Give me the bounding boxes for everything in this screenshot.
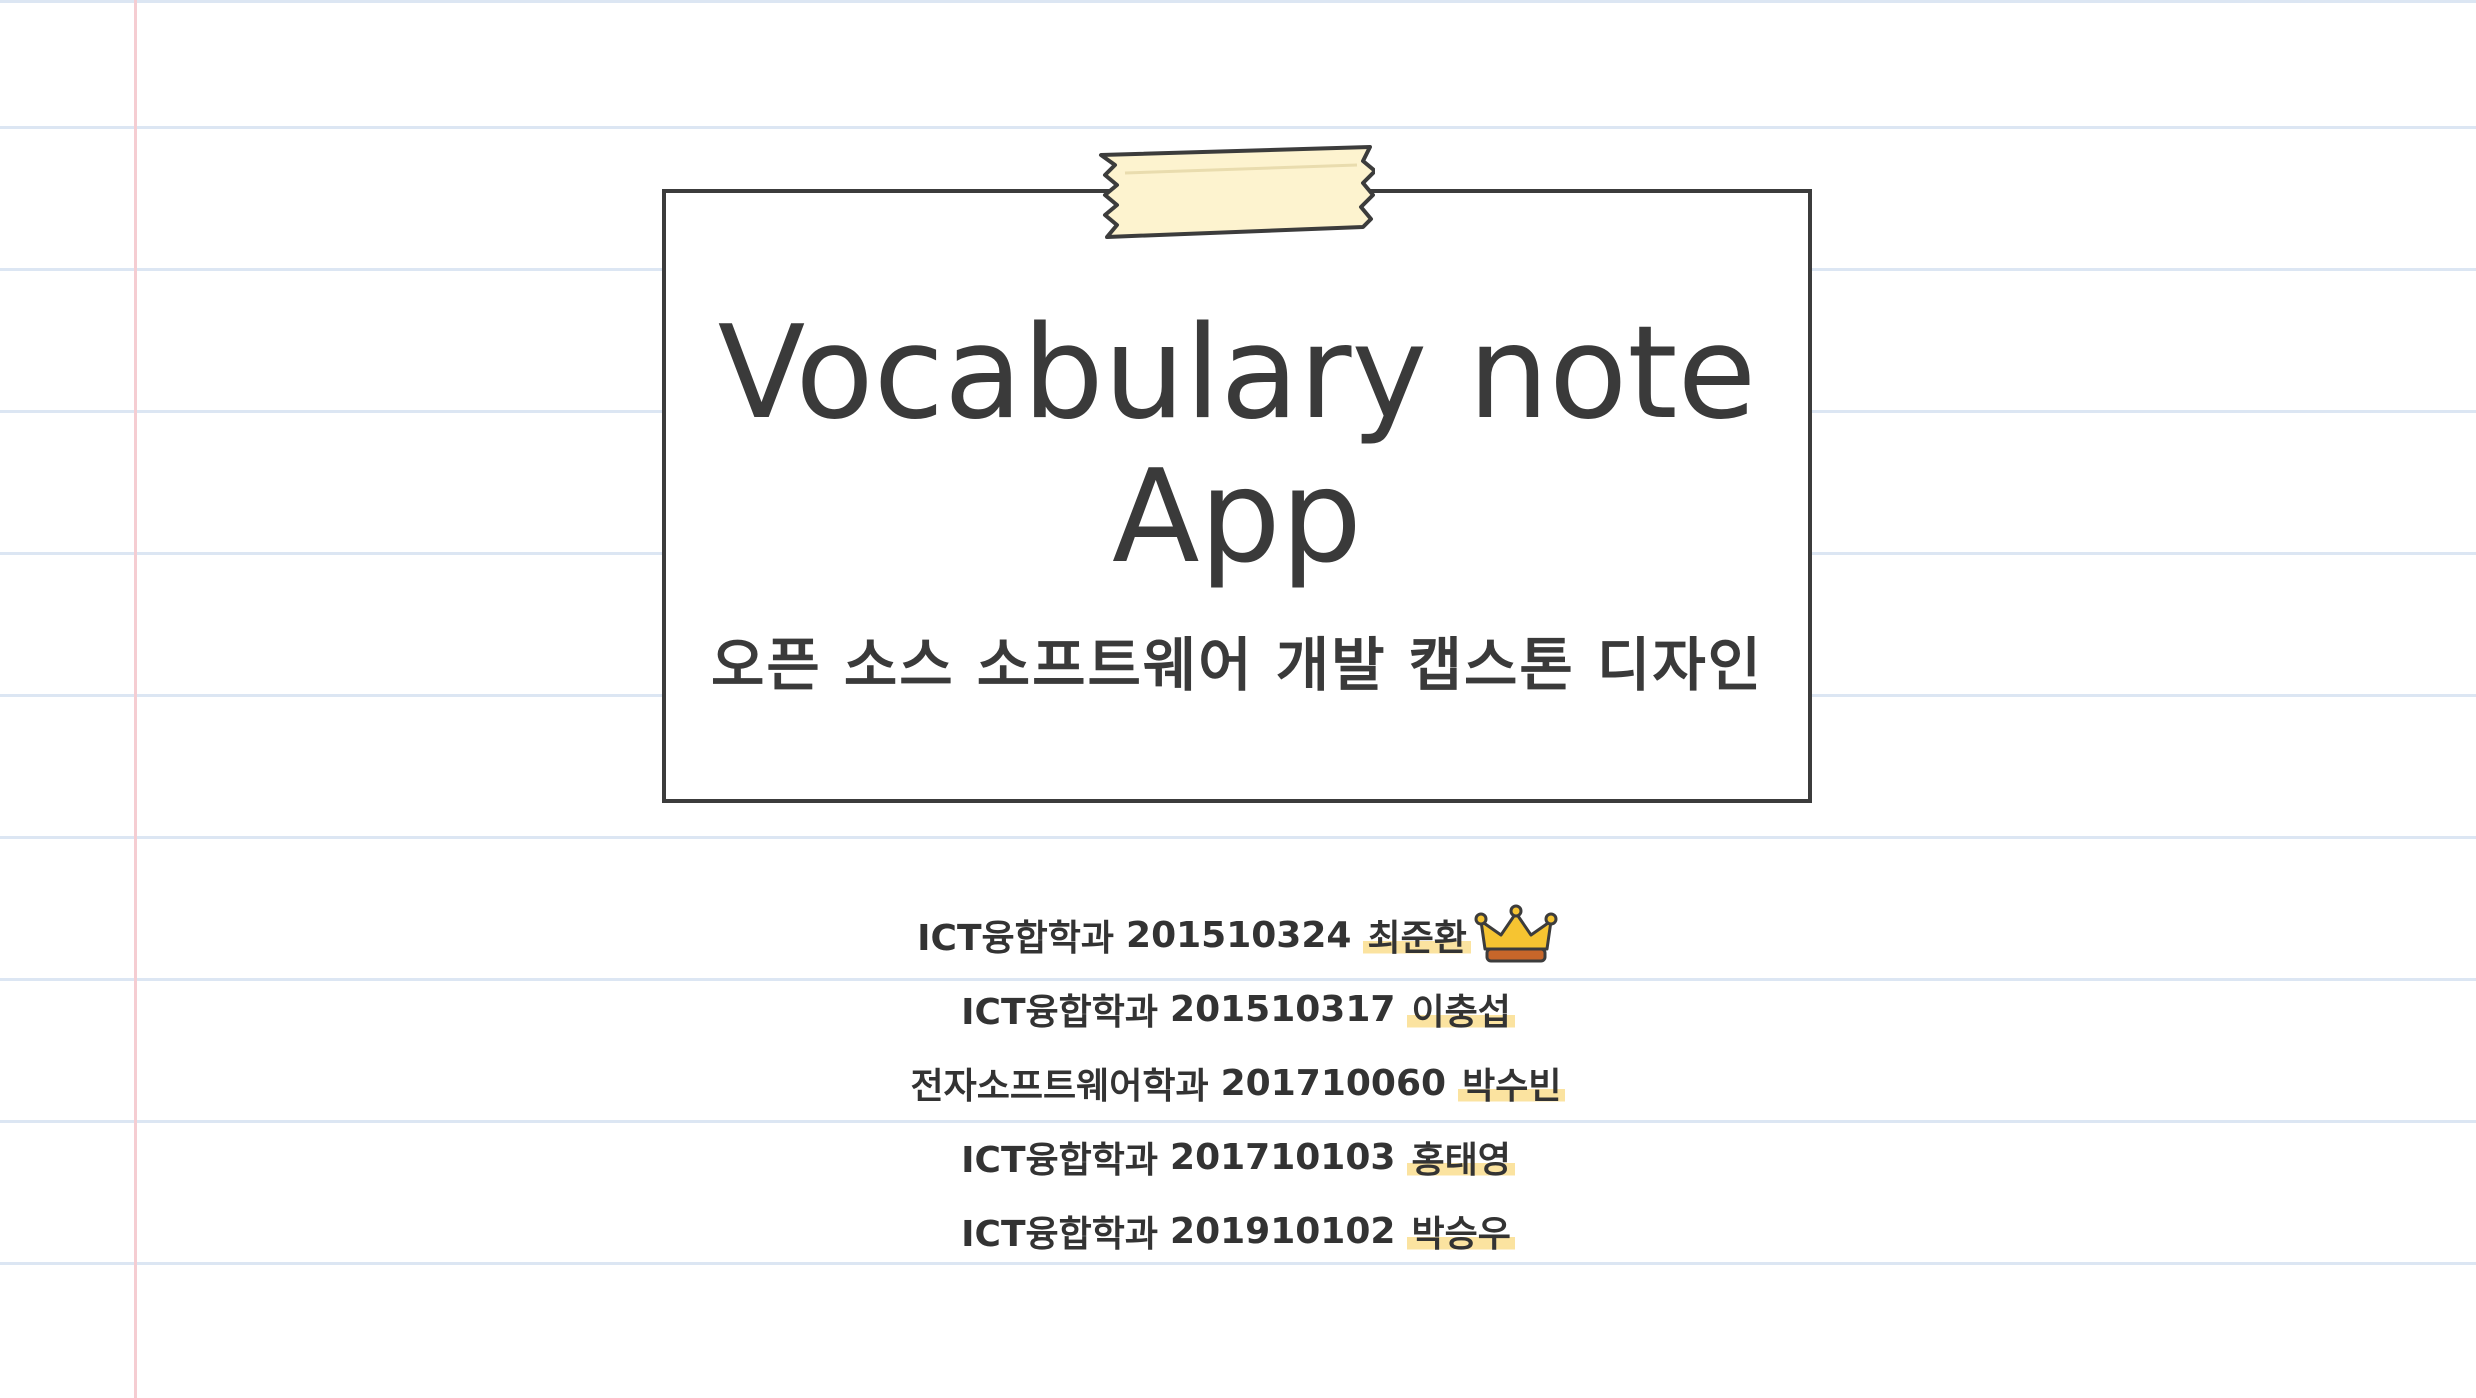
member-name: 박수빈 [1458,1057,1566,1109]
crown-icon [1474,904,1558,963]
member-student-id: 201710060 [1220,1062,1447,1104]
ruled-line [0,126,2476,129]
member-student-id: 201910102 [1170,1210,1396,1252]
member-row: ICT융합학과 201510317 이충섭 [0,972,2476,1046]
member-name: 최준환 [1363,909,1471,961]
member-department: 전자소프트웨어학과 [910,1066,1209,1107]
ruled-line [0,836,2476,839]
page-subtitle: 오픈 소스 소프트웨어 개발 캡스톤 디자인 [710,631,1764,699]
member-department: ICT융합학과 [961,1140,1159,1181]
page-title: Vocabulary note App [666,302,1808,590]
title-line-2: App [1111,443,1363,592]
masking-tape [1099,145,1375,239]
member-department: ICT융합학과 [961,992,1159,1033]
member-name: 홍태영 [1407,1131,1515,1183]
member-student-id: 201510324 [1126,914,1352,956]
member-list: ICT융합학과 201510324 최준환 ICT융합학과 201510317 … [0,898,2476,1268]
title-card: Vocabulary note App 오픈 소스 소프트웨어 개발 캡스톤 디… [662,189,1812,803]
member-student-id: 201510317 [1170,988,1396,1030]
ruled-line [0,0,2476,3]
member-name: 이충섭 [1407,983,1515,1035]
member-row: ICT융합학과 201510324 최준환 [0,898,2476,972]
member-department: ICT융합학과 [961,1214,1159,1255]
member-department: ICT융합학과 [917,918,1115,959]
member-row: ICT융합학과 201910102 박승우 [0,1194,2476,1268]
member-row: ICT융합학과 201710103 홍태영 [0,1120,2476,1194]
member-row: 전자소프트웨어학과 201710060 박수빈 [0,1046,2476,1120]
title-line-1: Vocabulary note [717,299,1757,448]
member-name: 박승우 [1407,1205,1515,1257]
member-student-id: 201710103 [1170,1136,1396,1178]
